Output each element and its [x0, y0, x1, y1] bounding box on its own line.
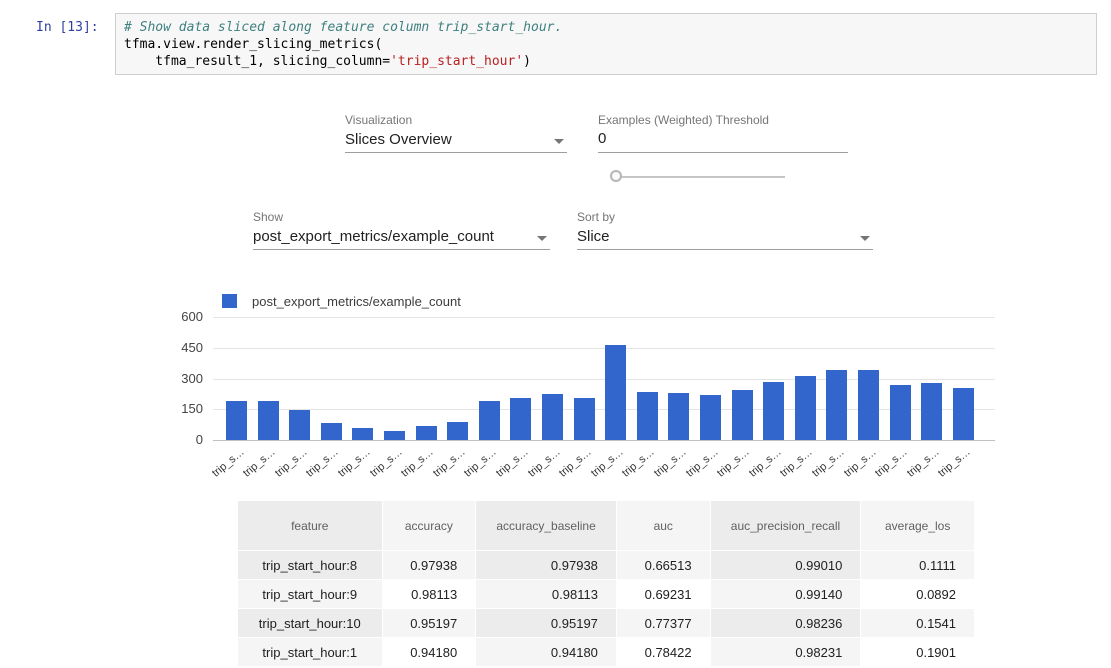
bar — [479, 401, 500, 440]
gridline — [213, 317, 995, 318]
metric-cell: 0.97938 — [476, 551, 616, 579]
threshold-input[interactable]: 0 — [598, 130, 848, 153]
cell-prompt: In [13]: — [36, 20, 99, 35]
metric-cell: 0.99140 — [711, 580, 861, 608]
legend-swatch-icon — [222, 294, 237, 308]
table-row: trip_start_hour:100.951970.951970.773770… — [238, 609, 974, 637]
bar — [384, 431, 405, 440]
metric-cell: 0.66513 — [617, 551, 710, 579]
table-header-row: featureaccuracyaccuracy_baselineaucauc_p… — [238, 501, 974, 550]
column-header-accuracy[interactable]: accuracy — [383, 501, 476, 550]
bar — [352, 428, 373, 440]
visualization-select-value: Slices Overview — [345, 131, 452, 148]
metric-cell: 0.95197 — [383, 609, 476, 637]
threshold-label: Examples (Weighted) Threshold — [598, 113, 769, 127]
bar — [226, 401, 247, 440]
threshold-slider-track[interactable] — [617, 176, 785, 178]
feature-cell: trip_start_hour:10 — [238, 609, 382, 637]
metric-cell: 0.1901 — [861, 638, 974, 666]
y-axis-tick: 450 — [158, 340, 203, 355]
bar — [258, 401, 279, 440]
visualization-select[interactable]: Slices Overview — [345, 130, 567, 153]
metrics-table-container: featureaccuracyaccuracy_baselineaucauc_p… — [237, 500, 975, 668]
bar — [795, 376, 816, 440]
y-axis-tick: 150 — [158, 401, 203, 416]
code-string: 'trip_start_hour' — [390, 54, 523, 69]
bar — [447, 422, 468, 440]
metric-cell: 0.98113 — [476, 580, 616, 608]
bar — [921, 383, 942, 440]
bar — [605, 345, 626, 440]
sort-select-value: Slice — [577, 228, 610, 245]
column-header-average_los[interactable]: average_los — [861, 501, 974, 550]
code-line2: tfma.view.render_slicing_metrics( — [124, 37, 382, 52]
metric-cell: 0.94180 — [476, 638, 616, 666]
column-header-accuracy_baseline[interactable]: accuracy_baseline — [476, 501, 616, 550]
metric-cell: 0.94180 — [383, 638, 476, 666]
bar — [510, 398, 531, 440]
metric-cell: 0.1111 — [861, 551, 974, 579]
y-axis-tick: 300 — [158, 371, 203, 386]
y-axis-tick: 600 — [158, 309, 203, 324]
chevron-down-icon — [554, 139, 564, 144]
bar — [890, 385, 911, 440]
sort-select[interactable]: Slice — [577, 227, 873, 250]
x-axis-label: trip_s… — [189, 446, 246, 496]
bar — [321, 423, 342, 440]
bar — [732, 390, 753, 440]
gridline — [213, 440, 995, 441]
gridline — [213, 348, 995, 349]
threshold-input-value: 0 — [598, 130, 606, 147]
metric-cell: 0.69231 — [617, 580, 710, 608]
show-label: Show — [253, 210, 283, 224]
metric-cell: 0.98231 — [711, 638, 861, 666]
metric-cell: 0.97938 — [383, 551, 476, 579]
bar — [826, 370, 847, 440]
bar — [668, 393, 689, 440]
code-cell[interactable]: # Show data sliced along feature column … — [115, 13, 1097, 75]
chevron-down-icon — [860, 236, 870, 241]
bar — [763, 382, 784, 440]
bar — [637, 392, 658, 440]
feature-cell: trip_start_hour:9 — [238, 580, 382, 608]
code-line3-close: ) — [523, 54, 531, 69]
visualization-label: Visualization — [345, 113, 412, 127]
bar — [700, 395, 721, 440]
column-header-auc[interactable]: auc — [617, 501, 710, 550]
bar — [289, 410, 310, 440]
bar — [416, 426, 437, 440]
bar — [542, 394, 563, 440]
bar-chart: 0150300450600trip_s…trip_s…trip_s…trip_s… — [213, 317, 995, 440]
bar — [953, 388, 974, 440]
metric-cell: 0.0892 — [861, 580, 974, 608]
code-line3: tfma_result_1, slicing_column= — [124, 54, 390, 69]
code-comment: # Show data sliced along feature column … — [124, 20, 562, 35]
table-row: trip_start_hour:10.941800.941800.784220.… — [238, 638, 974, 666]
metric-select[interactable]: post_export_metrics/example_count — [253, 227, 550, 250]
tfma-slicing-metrics-view: In [13]: # Show data sliced along featur… — [0, 0, 1111, 668]
sort-by-label: Sort by — [577, 210, 615, 224]
metric-cell: 0.95197 — [476, 609, 616, 637]
metric-cell: 0.1541 — [861, 609, 974, 637]
chevron-down-icon — [537, 236, 547, 241]
metrics-table: featureaccuracyaccuracy_baselineaucauc_p… — [237, 500, 975, 667]
column-header-feature[interactable]: feature — [238, 501, 382, 550]
metric-cell: 0.78422 — [617, 638, 710, 666]
bar — [858, 370, 879, 440]
metric-cell: 0.77377 — [617, 609, 710, 637]
feature-cell: trip_start_hour:8 — [238, 551, 382, 579]
threshold-slider-thumb[interactable] — [610, 170, 622, 182]
legend-label: post_export_metrics/example_count — [252, 294, 461, 309]
bar — [574, 398, 595, 440]
metric-cell: 0.98113 — [383, 580, 476, 608]
metric-cell: 0.98236 — [711, 609, 861, 637]
y-axis-tick: 0 — [158, 432, 203, 447]
table-row: trip_start_hour:80.979380.979380.665130.… — [238, 551, 974, 579]
table-row: trip_start_hour:90.981130.981130.692310.… — [238, 580, 974, 608]
column-header-auc_precision_recall[interactable]: auc_precision_recall — [711, 501, 861, 550]
metric-select-value: post_export_metrics/example_count — [253, 228, 494, 245]
feature-cell: trip_start_hour:1 — [238, 638, 382, 666]
metric-cell: 0.99010 — [711, 551, 861, 579]
